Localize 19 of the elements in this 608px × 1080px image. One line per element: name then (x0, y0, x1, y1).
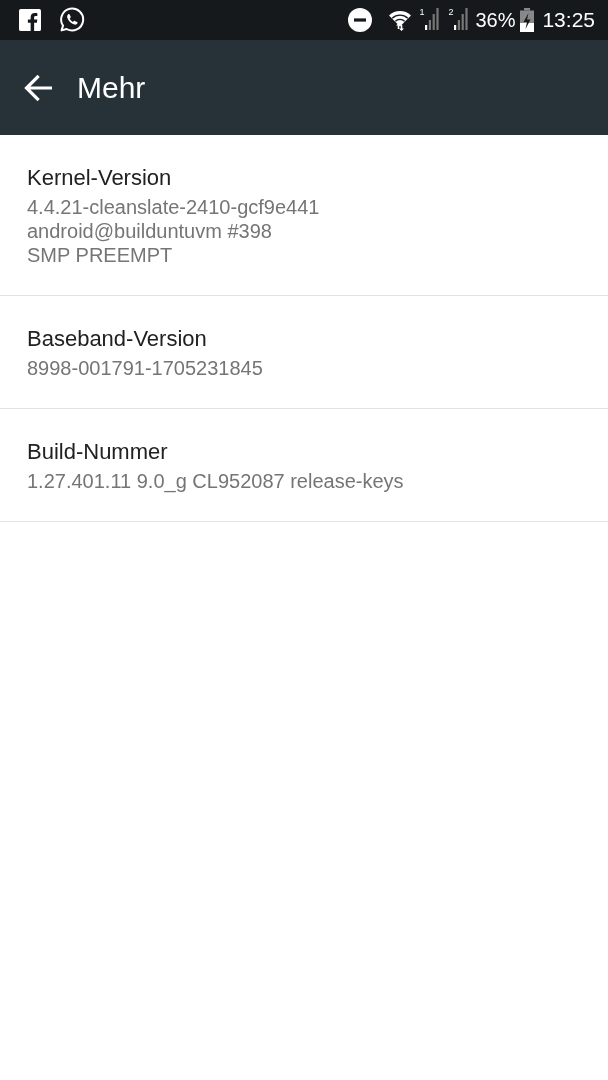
battery-charging-icon (520, 8, 535, 32)
signal-bars-icon (425, 8, 440, 30)
whatsapp-icon (59, 7, 85, 33)
item-summary: 1.27.401.11 9.0_g CL952087 release-keys (27, 469, 404, 493)
sim-slot-label: 2 (448, 8, 454, 17)
minus-circle-icon (348, 8, 373, 32)
clock-time: 13:25 (542, 8, 595, 32)
item-title: Build-Nummer (27, 439, 168, 465)
battery-percent: 36% (475, 8, 516, 32)
item-summary: 8998-001791-1705231845 (27, 356, 263, 380)
sim-slot-label: 1 (419, 8, 425, 17)
facebook-icon (19, 9, 41, 31)
wifi-icon (388, 8, 413, 32)
signal-bars-icon (454, 8, 469, 30)
arrow-left-icon (24, 74, 52, 101)
item-title: Kernel-Version (27, 165, 172, 191)
item-summary: 4.4.21-cleanslate-2410-gcf9e441 android@builduntuvm #398 SMP PREEMPT (27, 195, 320, 267)
item-title: Baseband-Version (27, 326, 207, 352)
screen-title: Mehr (77, 69, 146, 106)
